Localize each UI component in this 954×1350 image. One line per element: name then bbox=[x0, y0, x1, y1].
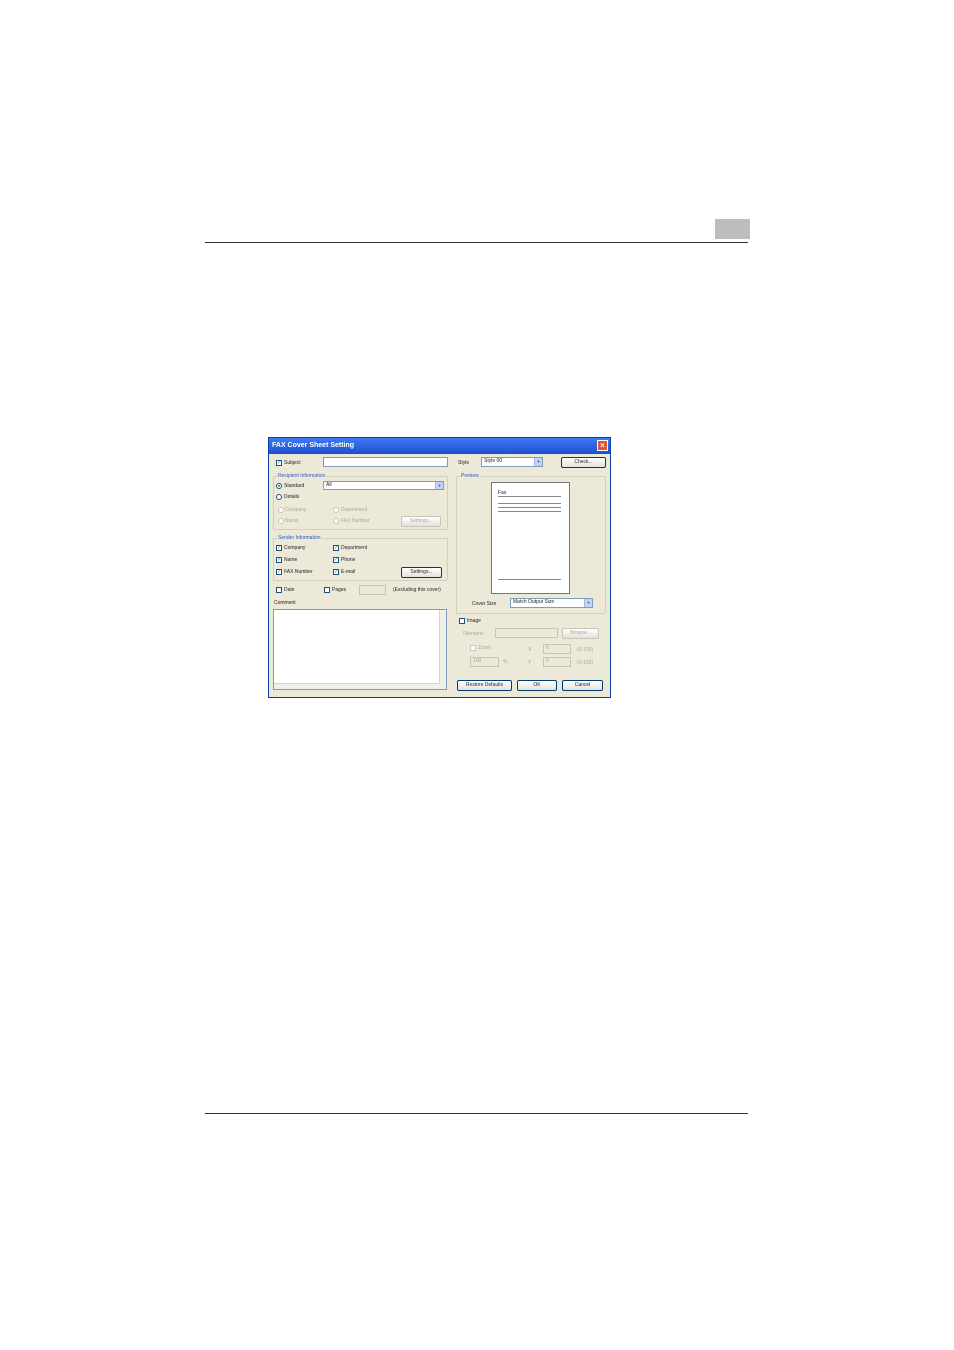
sender-fax-number-label: FAX Number bbox=[284, 569, 313, 575]
filename-input[interactable] bbox=[495, 628, 558, 638]
zoom-checkbox[interactable] bbox=[470, 645, 476, 651]
style-select-value: Style 00 bbox=[484, 458, 503, 464]
preview-label: Preview bbox=[460, 473, 480, 480]
style-label: Style bbox=[458, 460, 470, 466]
date-checkbox[interactable] bbox=[276, 587, 282, 593]
x-stepper[interactable]: 0 bbox=[543, 644, 571, 654]
standard-select-value: All bbox=[326, 482, 332, 488]
dialog-titlebar: FAX Cover Sheet Setting × bbox=[269, 438, 610, 454]
chevron-down-icon: ▼ bbox=[435, 482, 443, 489]
ok-button[interactable]: OK bbox=[517, 680, 557, 691]
footer-rule bbox=[205, 1113, 748, 1114]
image-label: Image bbox=[467, 618, 481, 624]
preview-line bbox=[498, 503, 561, 504]
sender-name-label: Name bbox=[284, 557, 298, 563]
recipient-group-label: Recipient Information bbox=[277, 473, 327, 480]
sender-department-checkbox[interactable]: ✓ bbox=[333, 545, 339, 551]
sender-department-label: Department bbox=[341, 545, 368, 551]
x-range-label: (0-100) bbox=[577, 647, 594, 653]
recipient-company-radio[interactable] bbox=[278, 507, 284, 513]
zoom-label: Zoom bbox=[478, 645, 491, 651]
preview-line bbox=[498, 511, 561, 512]
pages-stepper[interactable] bbox=[359, 585, 386, 595]
subject-label: Subject bbox=[284, 460, 301, 466]
sender-phone-checkbox[interactable]: ✓ bbox=[333, 557, 339, 563]
recipient-company-label: Company bbox=[285, 507, 307, 513]
sender-email-checkbox[interactable]: ✓ bbox=[333, 569, 339, 575]
preview-line bbox=[498, 579, 561, 580]
cover-size-select[interactable]: Match Output Size ▼ bbox=[510, 598, 593, 608]
sender-group-label: Sender Information bbox=[277, 535, 322, 542]
style-select[interactable]: Style 00 ▼ bbox=[481, 457, 543, 467]
chapter-tab bbox=[715, 219, 750, 239]
chevron-down-icon: ▼ bbox=[534, 458, 542, 466]
recipient-fax-number-radio[interactable] bbox=[333, 518, 339, 524]
sender-phone-label: Phone bbox=[341, 557, 356, 563]
preview-line bbox=[498, 496, 561, 497]
sender-company-checkbox[interactable]: ✓ bbox=[276, 545, 282, 551]
recipient-name-label: Name bbox=[285, 518, 299, 524]
zoom-value: 100 bbox=[473, 658, 482, 664]
browse-button[interactable]: Browse... bbox=[562, 628, 599, 639]
x-value: 0 bbox=[546, 645, 549, 651]
comment-label: Comment bbox=[274, 600, 296, 606]
restore-defaults-button[interactable]: Restore Defaults bbox=[457, 680, 512, 691]
standard-select[interactable]: All ▼ bbox=[323, 481, 444, 490]
details-label: Details bbox=[284, 494, 300, 500]
recipient-department-label: Department bbox=[341, 507, 368, 513]
x-label: X bbox=[528, 647, 532, 653]
comment-vertical-scrollbar[interactable] bbox=[439, 610, 446, 689]
details-radio[interactable] bbox=[276, 494, 282, 500]
sender-company-label: Company bbox=[284, 545, 306, 551]
y-range-label: (0-100) bbox=[577, 660, 594, 666]
standard-radio[interactable] bbox=[276, 483, 282, 489]
image-checkbox[interactable] bbox=[459, 618, 465, 624]
pages-checkbox[interactable] bbox=[324, 587, 330, 593]
subject-checkbox[interactable]: ✓ bbox=[276, 460, 282, 466]
recipient-name-radio[interactable] bbox=[278, 518, 284, 524]
recipient-department-radio[interactable] bbox=[333, 507, 339, 513]
excluding-cover-label: (Excluding this cover) bbox=[393, 587, 441, 593]
filename-label: Filename bbox=[463, 631, 484, 637]
zoom-percent-label: % bbox=[503, 659, 508, 665]
zoom-stepper[interactable]: 100 bbox=[470, 657, 499, 667]
pages-label: Pages bbox=[332, 587, 347, 593]
preview-page bbox=[491, 482, 570, 594]
y-label: Y bbox=[528, 660, 532, 666]
cover-size-label: Cover Size bbox=[472, 601, 497, 607]
y-value: 0 bbox=[546, 658, 549, 664]
comment-textarea[interactable] bbox=[273, 609, 447, 690]
sender-fax-number-checkbox[interactable]: ✓ bbox=[276, 569, 282, 575]
cancel-button[interactable]: Cancel bbox=[562, 680, 603, 691]
sender-email-label: E-mail bbox=[341, 569, 356, 575]
dialog-title: FAX Cover Sheet Setting bbox=[272, 442, 355, 449]
chevron-down-icon: ▼ bbox=[584, 599, 592, 607]
y-stepper[interactable]: 0 bbox=[543, 657, 571, 667]
header-rule bbox=[205, 242, 748, 243]
close-icon[interactable]: × bbox=[597, 440, 608, 451]
cover-size-select-value: Match Output Size bbox=[513, 599, 555, 605]
subject-input[interactable] bbox=[323, 457, 448, 467]
preview-line bbox=[498, 507, 561, 508]
recipient-fax-number-label: FAX Number bbox=[341, 518, 370, 524]
standard-label: Standard bbox=[284, 483, 305, 489]
sender-name-checkbox[interactable]: ✓ bbox=[276, 557, 282, 563]
recipient-settings-button[interactable]: Settings... bbox=[401, 516, 441, 527]
check-button[interactable]: Check... bbox=[561, 457, 606, 468]
comment-horizontal-scrollbar[interactable] bbox=[274, 683, 440, 689]
date-label: Date bbox=[284, 587, 295, 593]
sender-settings-button[interactable]: Settings... bbox=[401, 567, 442, 578]
